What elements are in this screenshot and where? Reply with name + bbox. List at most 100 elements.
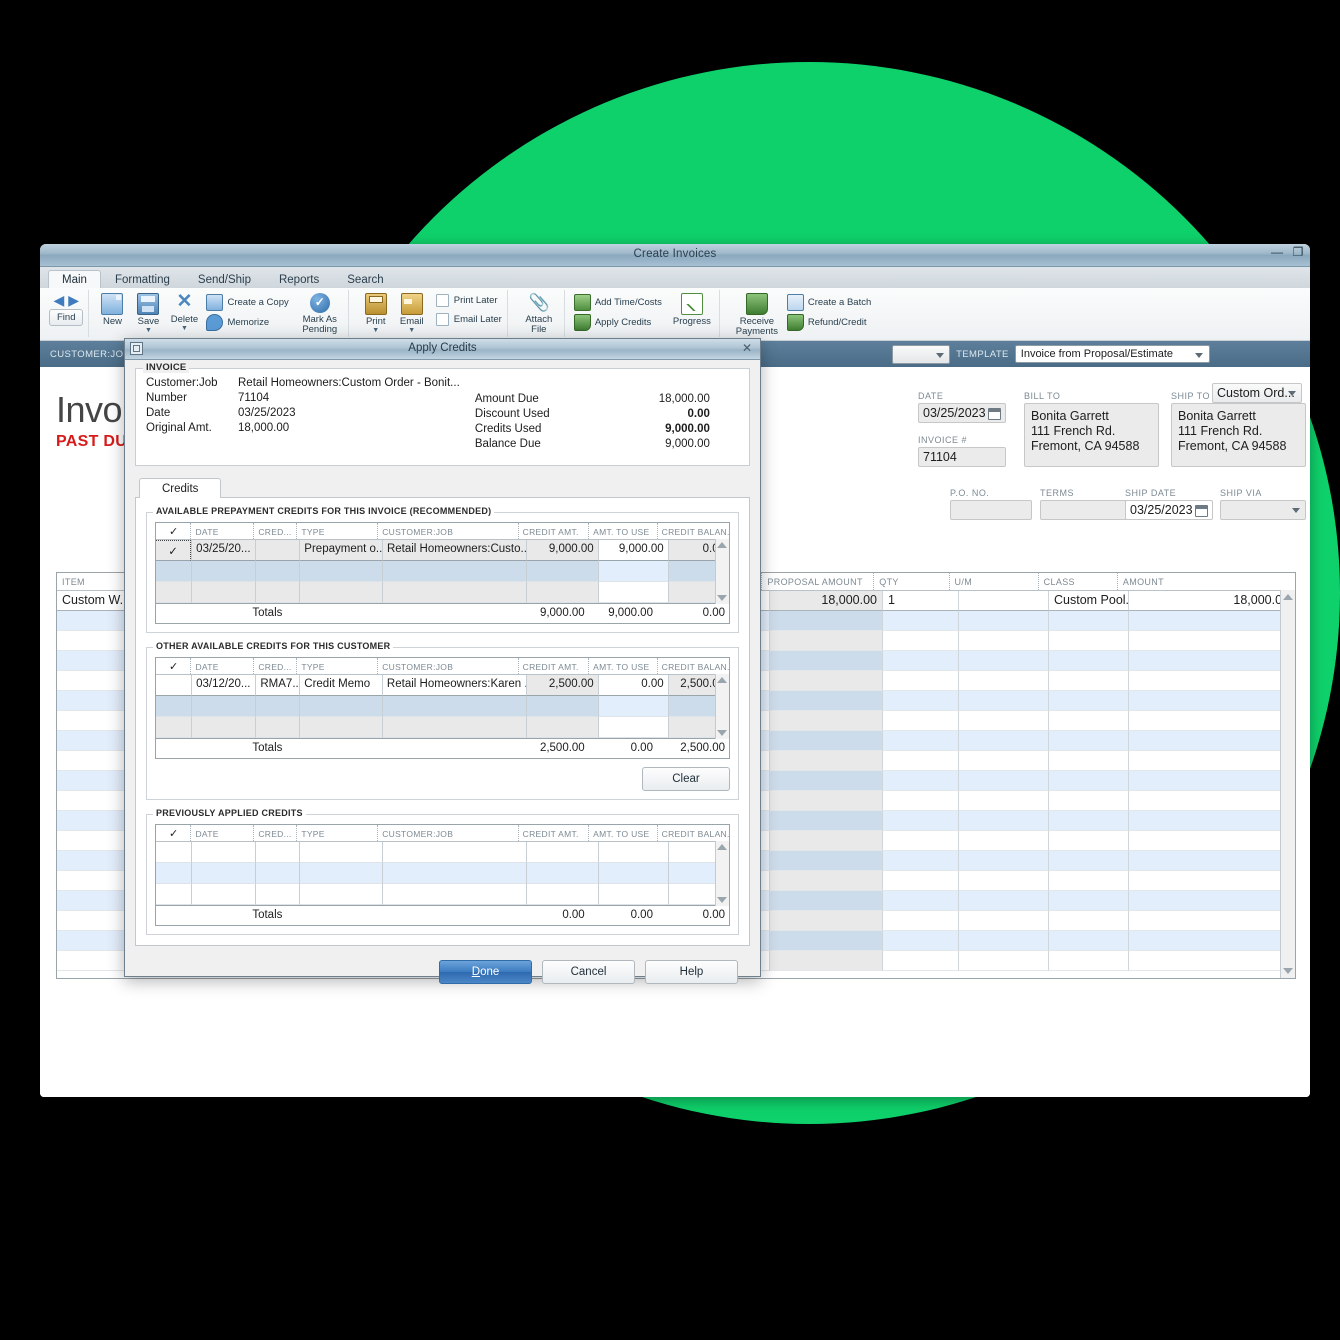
print-button[interactable]: Print ▼ — [358, 291, 394, 334]
cell-amount[interactable] — [1128, 731, 1294, 751]
restore-icon[interactable]: ❐ — [1292, 246, 1304, 259]
cell-um[interactable] — [958, 871, 1048, 891]
cancel-button[interactable]: Cancel — [542, 960, 635, 984]
ship-to-input[interactable]: Bonita Garrett 111 French Rd. Fremont, C… — [1171, 403, 1306, 467]
cell-proposal-amount[interactable] — [769, 931, 882, 951]
cell-qty[interactable] — [882, 751, 958, 771]
cell-um[interactable] — [958, 811, 1048, 831]
cell-amount[interactable] — [1128, 651, 1294, 671]
cell-um[interactable] — [958, 831, 1048, 851]
table-row[interactable] — [156, 717, 729, 738]
cell-proposal-amount[interactable] — [769, 871, 882, 891]
invoice-number-input[interactable]: 71104 — [918, 447, 1006, 467]
cell-proposal-amount[interactable] — [769, 731, 882, 751]
tab-formatting[interactable]: Formatting — [101, 270, 184, 289]
cell-um[interactable] — [958, 891, 1048, 911]
find-button[interactable]: Find — [49, 309, 84, 326]
cell-um[interactable] — [958, 671, 1048, 691]
cell-qty[interactable] — [882, 651, 958, 671]
tab-send-ship[interactable]: Send/Ship — [184, 270, 265, 289]
tab-credits[interactable]: Credits — [139, 478, 222, 498]
calendar-icon[interactable] — [988, 408, 1001, 420]
bill-to-input[interactable]: Bonita Garrett 111 French Rd. Fremont, C… — [1024, 403, 1159, 467]
cell-qty[interactable] — [882, 711, 958, 731]
cell-um[interactable] — [958, 911, 1048, 931]
cell-um[interactable] — [958, 591, 1048, 611]
cell-class[interactable] — [1048, 671, 1128, 691]
cell-um[interactable] — [958, 951, 1048, 971]
mark-as-pending-button[interactable]: ✓ Mark As Pending — [297, 291, 343, 335]
cell-amount[interactable] — [1128, 931, 1294, 951]
email-button[interactable]: Email ▼ — [394, 291, 430, 334]
cell-date[interactable]: 03/25/20... — [191, 540, 256, 561]
cell-amount[interactable] — [1128, 831, 1294, 851]
tab-main[interactable]: Main — [48, 270, 101, 289]
ship-date-calendar-icon[interactable] — [1195, 505, 1208, 517]
cell-amount[interactable] — [1128, 811, 1294, 831]
tab-search[interactable]: Search — [333, 270, 397, 289]
save-button[interactable]: Save ▼ — [130, 291, 166, 334]
cell-amount[interactable] — [1128, 671, 1294, 691]
prepayment-credits-scrollbar[interactable] — [715, 539, 729, 604]
cell-amount[interactable] — [1128, 771, 1294, 791]
cell-amount[interactable] — [1128, 911, 1294, 931]
cell-qty[interactable] — [882, 871, 958, 891]
cell-class[interactable] — [1048, 691, 1128, 711]
cell-credit-amt[interactable]: 2,500.00 — [525, 675, 598, 696]
add-time-costs-button[interactable]: Add Time/Costs — [573, 294, 662, 311]
next-arrow-icon[interactable]: ▶ — [68, 293, 79, 307]
help-button[interactable]: Help — [645, 960, 738, 984]
table-row[interactable]: 03/12/20... RMA7... Credit Memo Retail H… — [156, 675, 729, 696]
cell-type[interactable]: Prepayment o... — [299, 540, 382, 561]
cell-proposal-amount[interactable] — [769, 771, 882, 791]
table-row[interactable] — [156, 863, 729, 884]
scroll-down-icon[interactable] — [717, 897, 727, 903]
scroll-up-icon[interactable] — [717, 844, 727, 850]
table-row[interactable] — [156, 561, 729, 582]
cell-class[interactable] — [1048, 931, 1128, 951]
cell-class[interactable] — [1048, 751, 1128, 771]
cell-class[interactable] — [1048, 871, 1128, 891]
cell-customer-job[interactable]: Retail Homeowners:Karen ... — [381, 675, 526, 696]
attach-file-button[interactable]: 📎 Attach File — [519, 291, 559, 335]
cell-class[interactable] — [1048, 851, 1128, 871]
cell-credit-no[interactable] — [255, 540, 300, 561]
cell-um[interactable] — [958, 731, 1048, 751]
table-row[interactable] — [156, 842, 729, 863]
cell-proposal-amount[interactable] — [769, 611, 882, 631]
cell-um[interactable] — [958, 711, 1048, 731]
cell-amount[interactable] — [1128, 711, 1294, 731]
cell-class[interactable] — [1048, 951, 1128, 971]
cell-amt-to-use[interactable]: 0.00 — [597, 675, 668, 696]
cell-proposal-amount[interactable] — [769, 831, 882, 851]
cell-qty[interactable] — [882, 631, 958, 651]
cell-um[interactable] — [958, 751, 1048, 771]
email-chevron-down-icon[interactable]: ▼ — [408, 327, 415, 334]
cell-qty[interactable] — [882, 951, 958, 971]
cell-proposal-amount[interactable] — [769, 691, 882, 711]
email-later-checkbox[interactable]: Email Later — [435, 313, 502, 326]
cell-qty[interactable] — [882, 671, 958, 691]
cell-um[interactable] — [958, 851, 1048, 871]
po-no-input[interactable] — [950, 500, 1032, 520]
cell-qty[interactable] — [882, 891, 958, 911]
cell-um[interactable] — [958, 651, 1048, 671]
cell-class[interactable] — [1048, 651, 1128, 671]
date-input[interactable]: 03/25/2023 — [918, 403, 1006, 423]
template-select[interactable]: Invoice from Proposal/Estimate — [1014, 345, 1210, 363]
receive-payments-button[interactable]: Receive Payments — [731, 291, 783, 337]
close-icon[interactable]: ✕ — [742, 341, 752, 355]
cell-qty[interactable] — [882, 911, 958, 931]
cell-qty[interactable] — [882, 811, 958, 831]
cell-um[interactable] — [958, 931, 1048, 951]
cell-um[interactable] — [958, 771, 1048, 791]
previously-applied-scrollbar[interactable] — [715, 841, 729, 906]
scroll-down-icon[interactable] — [717, 730, 727, 736]
cell-amount[interactable] — [1128, 751, 1294, 771]
new-button[interactable]: New — [94, 291, 130, 327]
cell-qty[interactable]: 1 — [882, 591, 958, 611]
scroll-up-icon[interactable] — [1283, 594, 1293, 600]
cell-proposal-amount[interactable] — [769, 811, 882, 831]
cell-qty[interactable] — [882, 731, 958, 751]
table-row[interactable] — [156, 884, 729, 905]
